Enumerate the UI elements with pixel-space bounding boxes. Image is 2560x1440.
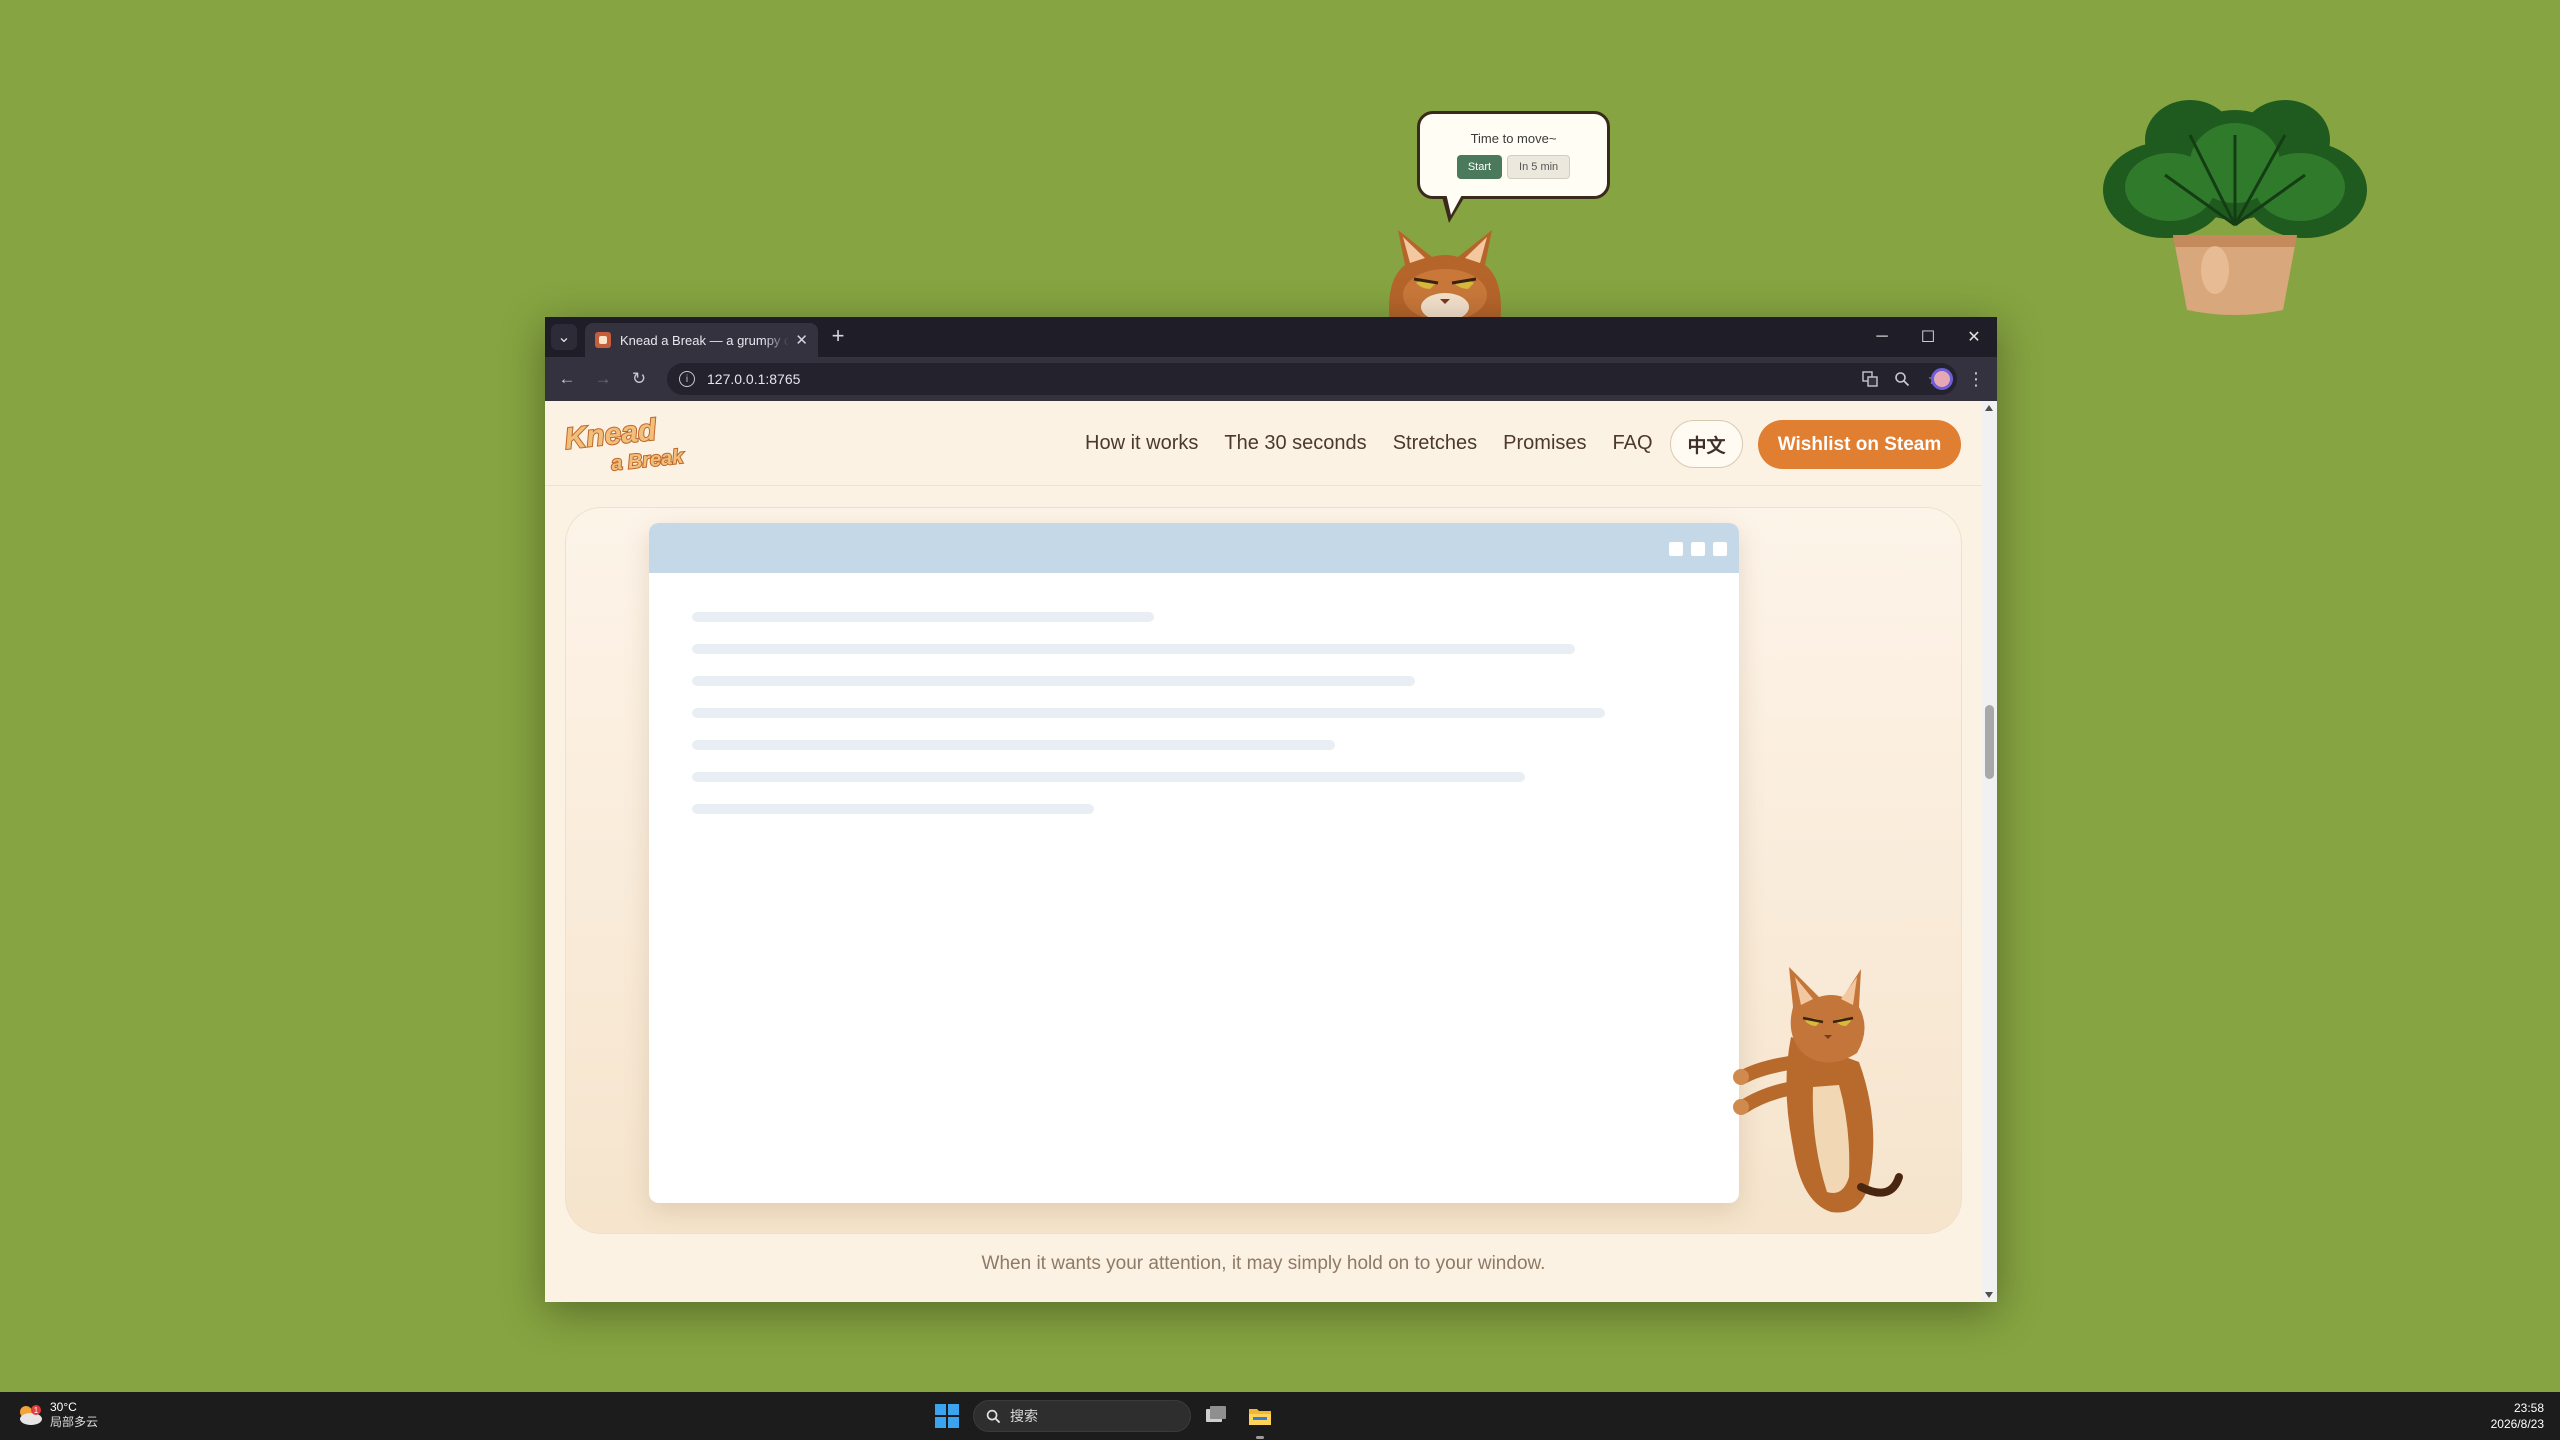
- maximize-button[interactable]: ☐: [1905, 317, 1951, 357]
- reminder-bubble: Time to move~ Start In 5 min: [1417, 111, 1610, 199]
- browser-toolbar: ← → ↻ i 127.0.0.1:8765 ☆ ⋮: [545, 357, 1997, 401]
- site-header: Knead a Break How it works The 30 second…: [545, 401, 1982, 486]
- scroll-thumb[interactable]: [1985, 705, 1994, 779]
- speech-bubble-tail-fill: [1446, 193, 1463, 215]
- nav-stretches[interactable]: Stretches: [1393, 432, 1477, 455]
- new-tab-button[interactable]: +: [826, 325, 850, 349]
- site-favicon-icon: [595, 332, 611, 348]
- forward-arrow-icon[interactable]: →: [591, 367, 615, 391]
- browser-tab-active[interactable]: Knead a Break — a grumpy cat ✕: [585, 323, 818, 357]
- clock-time: 23:58: [2513, 1401, 2544, 1415]
- taskbar-search[interactable]: 搜索: [973, 1400, 1191, 1432]
- language-toggle-button[interactable]: 中文: [1670, 420, 1743, 468]
- mock-text-line: [692, 612, 1154, 622]
- address-bar[interactable]: i 127.0.0.1:8765 ☆: [667, 363, 1957, 395]
- clock-date: 2026/8/23: [2490, 1417, 2544, 1431]
- mock-text-line: [692, 740, 1335, 750]
- site-nav: How it works The 30 seconds Stretches Pr…: [1085, 401, 1679, 486]
- page-scrollbar[interactable]: [1982, 401, 1997, 1302]
- tab-title: Knead a Break — a grumpy cat: [620, 332, 790, 348]
- browser-titlebar: ⌄ Knead a Break — a grumpy cat ✕ + ─ ☐ ✕: [545, 317, 1997, 357]
- nav-the-30-seconds[interactable]: The 30 seconds: [1224, 432, 1366, 455]
- site-info-icon[interactable]: i: [679, 371, 695, 387]
- browser-menu-icon[interactable]: ⋮: [1967, 367, 1985, 391]
- mock-text-line: [692, 644, 1575, 654]
- search-placeholder: 搜索: [1010, 1409, 1038, 1425]
- weather-widget[interactable]: 1 30°C 局部多云: [16, 1400, 98, 1430]
- weather-description: 局部多云: [50, 1415, 99, 1429]
- minimize-button[interactable]: ─: [1859, 317, 1905, 357]
- mock-text-line: [692, 804, 1094, 814]
- weather-temperature: 30°C: [50, 1400, 77, 1414]
- peeking-cat[interactable]: [1370, 225, 1520, 325]
- url-text: 127.0.0.1:8765: [707, 371, 801, 387]
- tab-search-dropdown[interactable]: ⌄: [551, 324, 577, 350]
- monstera-plant: [2103, 100, 2367, 315]
- web-page: Knead a Break How it works The 30 second…: [545, 401, 1982, 1302]
- windows-start-icon[interactable]: [935, 1404, 959, 1428]
- task-view-icon[interactable]: [1203, 1403, 1229, 1429]
- mock-close-icon: [1713, 542, 1727, 556]
- scroll-down-arrow-icon[interactable]: [1985, 1292, 1993, 1298]
- translate-icon[interactable]: [1859, 368, 1881, 390]
- profile-avatar[interactable]: [1931, 368, 1953, 390]
- chevron-down-icon: ⌄: [557, 329, 571, 346]
- reminder-message: Time to move~: [1470, 131, 1557, 146]
- mock-maximize-icon: [1691, 542, 1705, 556]
- scroll-up-arrow-icon[interactable]: [1985, 405, 1993, 411]
- windows-taskbar: 1 30°C 局部多云 搜索 23:58 2026/8/23: [0, 1392, 2560, 1440]
- partly-cloudy-icon: 1: [20, 1405, 42, 1425]
- search-icon: [986, 1409, 1001, 1423]
- mock-minimize-icon: [1669, 542, 1683, 556]
- hero-illustration-card: [565, 507, 1962, 1234]
- mock-text-line: [692, 676, 1415, 686]
- nav-faq[interactable]: FAQ: [1613, 432, 1653, 455]
- zoom-icon[interactable]: [1891, 368, 1913, 390]
- start-break-button[interactable]: Start: [1456, 155, 1503, 179]
- weather-alert-badge: 1: [34, 1406, 39, 1415]
- file-explorer-icon[interactable]: [1247, 1403, 1273, 1429]
- snooze-button[interactable]: In 5 min: [1507, 155, 1571, 179]
- clinging-cat: [1733, 967, 1903, 1213]
- hero-caption: When it wants your attention, it may sim…: [981, 1253, 1546, 1274]
- nav-how-it-works[interactable]: How it works: [1085, 432, 1198, 455]
- nav-promises[interactable]: Promises: [1503, 432, 1586, 455]
- browser-window: ⌄ Knead a Break — a grumpy cat ✕ + ─ ☐ ✕…: [545, 317, 1997, 1302]
- mock-text-line: [692, 708, 1605, 718]
- mock-window-titlebar: [649, 523, 1739, 573]
- close-window-button[interactable]: ✕: [1951, 317, 1997, 357]
- tab-close-icon[interactable]: ✕: [795, 331, 808, 349]
- knead-a-break-logo[interactable]: Knead a Break: [563, 415, 687, 473]
- reload-icon[interactable]: ↻: [627, 367, 651, 391]
- wishlist-on-steam-button[interactable]: Wishlist on Steam: [1758, 420, 1961, 469]
- system-clock[interactable]: 23:58 2026/8/23: [2491, 1400, 2544, 1432]
- mock-app-window: [649, 523, 1739, 1203]
- back-arrow-icon[interactable]: ←: [555, 367, 579, 391]
- mock-text-line: [692, 772, 1525, 782]
- active-app-indicator: [1256, 1436, 1264, 1439]
